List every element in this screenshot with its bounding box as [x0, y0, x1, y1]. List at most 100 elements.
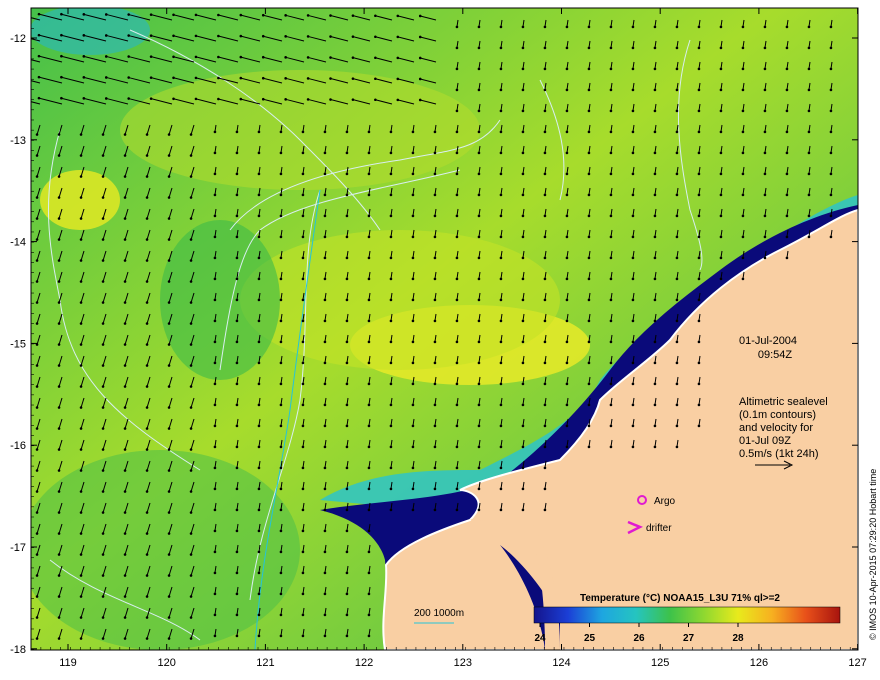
velocity-arrow-head [284, 56, 287, 59]
velocity-arrow-head [763, 67, 767, 71]
velocity-arrow-head [279, 235, 283, 239]
velocity-arrow-head [257, 571, 261, 575]
velocity-arrow-head [345, 529, 349, 533]
credit-text: © IMOS 10-Apr-2015 07:29:20 Hobart time [868, 469, 878, 640]
velocity-arrow-head [411, 466, 415, 470]
velocity-arrow-head [631, 403, 635, 407]
velocity-arrow-head [675, 235, 679, 239]
velocity-arrow-head [455, 67, 459, 71]
velocity-arrow-head [123, 574, 127, 577]
velocity-arrow-head [433, 193, 437, 197]
velocity-arrow-head [499, 361, 503, 365]
velocity-arrow-head [167, 280, 171, 283]
velocity-arrow-head [345, 319, 349, 323]
velocity-arrow-head [279, 403, 283, 407]
velocity-arrow-head [194, 97, 198, 101]
velocity-arrow-head [145, 175, 149, 178]
velocity-arrow-head [257, 277, 261, 281]
velocity-arrow-head [149, 97, 153, 100]
velocity-arrow-head [763, 235, 767, 239]
velocity-arrow-head [15, 55, 18, 58]
velocity-arrow-head [653, 277, 657, 281]
velocity-arrow-head [499, 298, 503, 302]
velocity-arrow-head [785, 256, 789, 260]
velocity-arrow-head [653, 235, 657, 239]
velocity-arrow-head [235, 424, 239, 428]
velocity-arrow-head [785, 130, 789, 134]
velocity-arrow-head [306, 56, 310, 59]
velocity-arrow-head [323, 445, 327, 449]
velocity-arrow-head [57, 259, 61, 262]
velocity-arrow-head [741, 235, 745, 239]
velocity-arrow-head [101, 574, 105, 577]
velocity-arrow-head [235, 319, 239, 323]
velocity-arrow-head [189, 595, 193, 598]
velocity-arrow-head [101, 385, 105, 388]
velocity-arrow-head [257, 424, 261, 428]
velocity-arrow-head [57, 196, 61, 199]
velocity-arrow-head [323, 634, 327, 638]
velocity-arrow-head [631, 298, 635, 302]
velocity-arrow-head [411, 445, 415, 449]
velocity-arrow-head [675, 25, 679, 29]
velocity-arrow-head [609, 88, 613, 92]
velocity-arrow-head [389, 277, 393, 281]
velocity-arrow-head [609, 256, 613, 260]
velocity-arrow-head [697, 256, 701, 260]
velocity-arrow-head [697, 67, 701, 71]
velocity-arrow-head [79, 196, 83, 199]
velocity-arrow-head [79, 217, 83, 220]
velocity-arrow-head [543, 25, 547, 29]
velocity-arrow-head [194, 55, 198, 59]
velocity-arrow-head [477, 130, 481, 134]
velocity-arrow-head [587, 214, 591, 218]
velocity-arrow-head [609, 109, 613, 113]
velocity-arrow-head [697, 172, 701, 176]
velocity-arrow-head [396, 14, 400, 18]
velocity-arrow-head [543, 403, 547, 407]
velocity-arrow-head [374, 35, 377, 39]
velocity-arrow-head [239, 55, 243, 59]
velocity-arrow-head [433, 172, 437, 176]
velocity-arrow-head [521, 361, 525, 365]
velocity-arrow-head [57, 427, 61, 430]
velocity-arrow-head [145, 427, 149, 430]
velocity-arrow-head [763, 88, 767, 92]
velocity-arrow-head [35, 637, 39, 640]
velocity-arrow-head [235, 277, 239, 281]
velocity-arrow-head [82, 97, 86, 100]
velocity-arrow-head [35, 448, 39, 451]
velocity-arrow-head [565, 382, 569, 386]
velocity-arrow-head [79, 301, 83, 304]
velocity-arrow-head [189, 322, 193, 325]
velocity-arrow-head [543, 445, 547, 449]
velocity-arrow-head [101, 280, 105, 283]
velocity-arrow-head [675, 403, 679, 407]
velocity-arrow-head [631, 109, 635, 113]
velocity-arrow-head [477, 67, 481, 71]
velocity-arrow-head [411, 256, 415, 260]
velocity-arrow-head [697, 361, 701, 365]
velocity-arrow-head [631, 424, 635, 428]
velocity-arrow-head [82, 13, 86, 16]
velocity-arrow-head [57, 343, 61, 346]
velocity-arrow-head [235, 445, 239, 449]
velocity-arrow-head [35, 490, 39, 493]
velocity-arrow-head [101, 490, 105, 493]
velocity-arrow-head [389, 424, 393, 428]
velocity-arrow-head [145, 280, 149, 283]
velocity-arrow-head [565, 151, 569, 155]
velocity-arrow-head [101, 616, 105, 619]
velocity-arrow-head [565, 172, 569, 176]
velocity-arrow-head [741, 256, 745, 260]
velocity-arrow-head [785, 235, 789, 239]
velocity-arrow-head [279, 445, 283, 449]
velocity-arrow-head [257, 151, 261, 155]
velocity-arrow-head [57, 574, 61, 577]
velocity-arrow-head [499, 445, 503, 449]
velocity-arrow-head [697, 298, 701, 302]
velocity-arrow-head [418, 98, 422, 102]
velocity-arrow-head [675, 172, 679, 176]
velocity-arrow-head [279, 382, 283, 386]
velocity-arrow-head [433, 340, 437, 344]
